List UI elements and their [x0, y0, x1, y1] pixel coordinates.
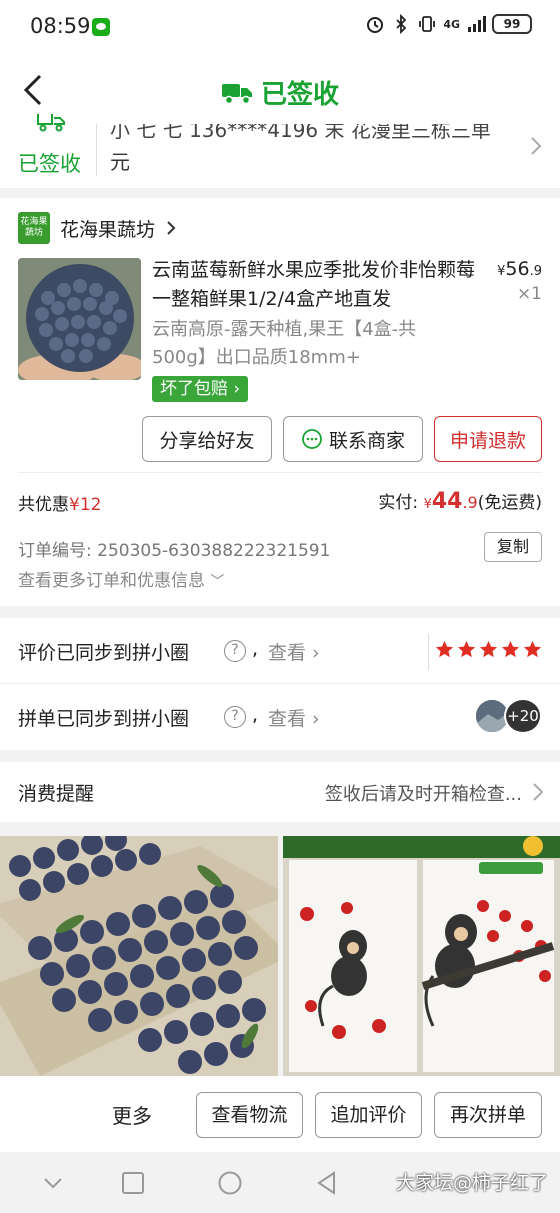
- blueberries-bowl-image: [18, 258, 141, 380]
- copy-button[interactable]: 复制: [484, 532, 542, 562]
- more-order-info-link[interactable]: 查看更多订单和优惠信息 ﹀: [18, 566, 224, 591]
- contact-merchant-button[interactable]: 联系商家: [283, 416, 423, 462]
- address-line-1: 小 七 七 136****4196 末 花漫里三栋三单: [110, 118, 491, 142]
- alarm-icon: [367, 17, 384, 33]
- star-icon: [501, 640, 520, 658]
- price-dec: .9: [529, 264, 542, 279]
- recommend-image-blueberries[interactable]: [0, 836, 278, 1076]
- view-logistics-button[interactable]: 查看物流: [196, 1092, 303, 1138]
- monkey-painting-book-image: [283, 836, 560, 1076]
- sync-card: 评价已同步到拼小圈 ? , 查看 › 拼单已同步到拼小圈 ? , 查看 › +2…: [0, 618, 560, 750]
- discount-amount: ¥12: [69, 495, 102, 515]
- vibrate-icon: [419, 16, 436, 32]
- signal-icon: [468, 16, 486, 32]
- shop-logo: 花海果蔬坊: [18, 212, 50, 244]
- paid-currency: ¥: [423, 497, 432, 512]
- group-sync-row[interactable]: 拼单已同步到拼小圈 ? , 查看 › +20: [0, 684, 560, 750]
- signed-status: 已签收: [0, 110, 96, 188]
- header-title-group: 已签收: [0, 74, 560, 111]
- address-line-2: 元: [110, 150, 130, 174]
- discount-label: 共优惠: [18, 495, 69, 515]
- paid-label: 实付:: [378, 493, 419, 513]
- bottom-action-bar: 更多 查看物流 追加评价 再次拼单: [0, 1076, 560, 1152]
- chevron-down-icon: ﹀: [210, 574, 225, 590]
- nav-home-icon[interactable]: [217, 1170, 243, 1196]
- product-quantity: ×1: [516, 284, 542, 304]
- product-price: ¥56.9: [497, 258, 542, 280]
- nav-back-icon[interactable]: [314, 1170, 340, 1196]
- add-review-button[interactable]: 追加评价: [315, 1092, 422, 1138]
- help-icon[interactable]: ?: [224, 640, 246, 662]
- more-order-info-label: 查看更多订单和优惠信息: [18, 571, 205, 591]
- help-icon[interactable]: ?: [224, 706, 246, 728]
- consumer-reminder[interactable]: 消费提醒 签收后请及时开箱检查...: [0, 762, 560, 822]
- network-type: 4G: [443, 17, 460, 31]
- avatar-count: +20: [504, 698, 542, 734]
- refund-button[interactable]: 申请退款: [434, 416, 542, 462]
- review-sync-label: 评价已同步到拼小圈: [18, 642, 190, 664]
- price-int: 56: [505, 258, 530, 280]
- nav-recents-icon[interactable]: [120, 1170, 146, 1196]
- star-icon: [479, 640, 498, 658]
- chevron-right-icon: [167, 221, 176, 235]
- watermark: 大家坛@柿子红了: [395, 1172, 548, 1194]
- star-icon: [523, 640, 542, 658]
- page-title: 已签收: [260, 80, 339, 110]
- product-spec: 云南高原-露天种植,果王【4盒-共500g】出口品质18mm+: [152, 319, 417, 368]
- shop-link[interactable]: 花海果蔬坊 花海果蔬坊: [18, 212, 177, 244]
- signed-truck-icon: [37, 114, 65, 132]
- group-sync-label: 拼单已同步到拼小圈: [18, 708, 190, 730]
- more-button[interactable]: 更多: [112, 1100, 152, 1129]
- wechat-notification-icon: [92, 18, 110, 36]
- chevron-right-icon: [531, 137, 542, 155]
- paid-dec: .9: [462, 493, 478, 512]
- contact-merchant-label: 联系商家: [328, 429, 405, 452]
- order-card: 花海果蔬坊 花海果蔬坊 云南蓝莓新鲜水果应季批发价非怡颗莓一整箱鲜果1/2/4盒…: [0, 198, 560, 606]
- view-group-link[interactable]: 查看 ›: [268, 704, 320, 731]
- view-review-link[interactable]: 查看 ›: [268, 638, 320, 665]
- product-image[interactable]: [18, 258, 141, 380]
- separator: ,: [252, 638, 259, 660]
- rating-stars: [435, 640, 542, 659]
- view-review-label: 查看: [268, 642, 307, 664]
- paid-summary: 实付: ¥44.9(免运费): [378, 488, 542, 514]
- chat-icon: [302, 429, 322, 449]
- reorder-button[interactable]: 再次拼单: [434, 1092, 542, 1138]
- status-bar: 08:59 4G 99: [0, 0, 560, 54]
- share-button[interactable]: 分享给好友: [142, 416, 272, 462]
- reminder-text: 签收后请及时开箱检查...: [324, 784, 522, 805]
- guarantee-badge[interactable]: 坏了包赔 ›: [152, 376, 249, 402]
- separator: ,: [252, 704, 259, 726]
- bluetooth-icon: [396, 14, 407, 34]
- signed-label: 已签收: [18, 152, 81, 176]
- recommend-image-painting-book[interactable]: [283, 836, 560, 1076]
- guarantee-badge-label: 坏了包赔: [160, 379, 228, 399]
- divider: [18, 472, 542, 473]
- nav-collapse-icon[interactable]: [40, 1170, 66, 1196]
- order-number: 订单编号: 250305-630388222321591: [18, 541, 331, 561]
- group-avatars[interactable]: +20: [474, 698, 544, 736]
- truck-icon: [221, 83, 252, 104]
- view-group-label: 查看: [268, 708, 307, 730]
- chevron-right-icon: [533, 783, 544, 801]
- blueberries-in-boxes-image: [0, 836, 278, 1076]
- discount-summary: 共优惠¥12: [18, 490, 101, 515]
- star-icon: [435, 640, 454, 658]
- divider: [96, 124, 97, 176]
- delivery-address-section[interactable]: 已签收 小 七 七 136****4196 末 花漫里三栋三单 元: [0, 110, 560, 188]
- paid-int: 44: [431, 489, 463, 514]
- review-sync-row[interactable]: 评价已同步到拼小圈 ? , 查看 ›: [0, 618, 560, 684]
- status-time: 08:59: [30, 14, 91, 38]
- paid-note: (免运费): [477, 493, 542, 513]
- reminder-title: 消费提醒: [18, 783, 95, 805]
- shop-name: 花海果蔬坊: [60, 218, 156, 241]
- battery-icon: 99: [492, 14, 532, 34]
- star-icon: [457, 640, 476, 658]
- product-title[interactable]: 云南蓝莓新鲜水果应季批发价非怡颗莓一整箱鲜果1/2/4盒产地直发: [152, 256, 477, 314]
- system-nav-bar: 大家坛@柿子红了: [0, 1152, 560, 1213]
- divider: [428, 634, 429, 670]
- status-icons: 4G 99: [365, 14, 532, 34]
